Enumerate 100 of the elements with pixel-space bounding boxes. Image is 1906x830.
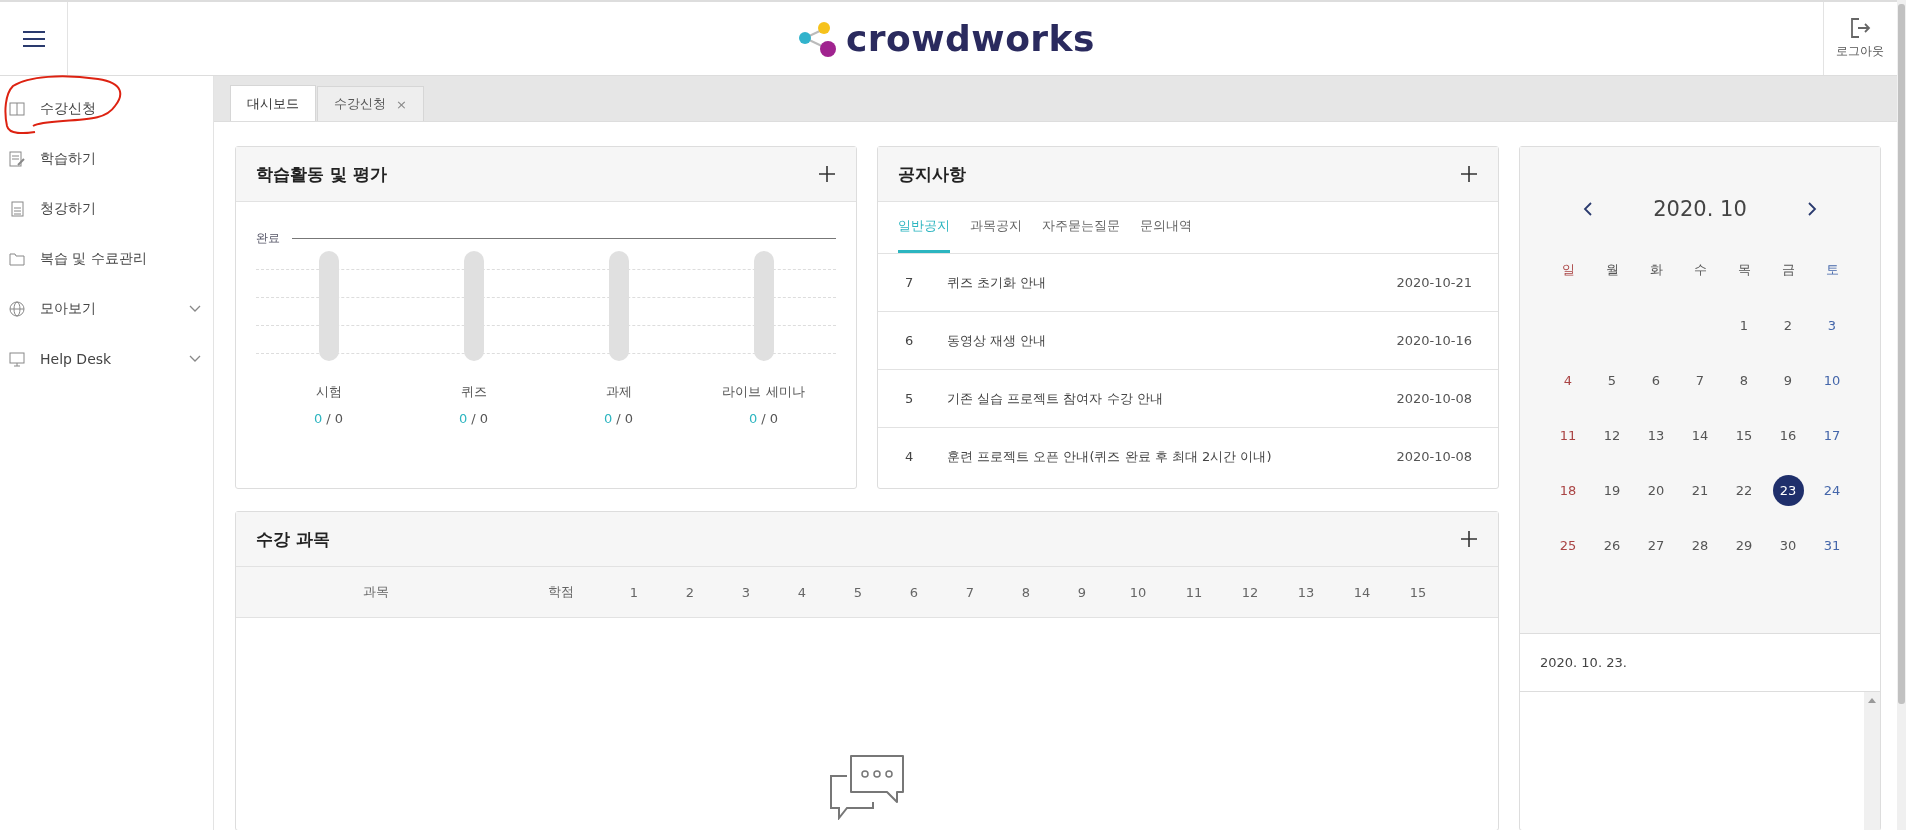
- calendar-day[interactable]: 4: [1552, 364, 1584, 396]
- activity-label: 과제: [604, 383, 633, 401]
- calendar-day[interactable]: 20: [1640, 474, 1672, 506]
- calendar-day[interactable]: 28: [1684, 529, 1716, 561]
- plus-icon: [1460, 165, 1478, 183]
- weekday-label: 화: [1649, 261, 1663, 279]
- calendar-day[interactable]: 25: [1552, 529, 1584, 561]
- calendar-day[interactable]: 30: [1772, 529, 1804, 561]
- weekday-label: 목: [1737, 261, 1751, 279]
- plus-icon: [818, 165, 836, 183]
- column-header: 14: [1352, 584, 1372, 600]
- notice-number: 6: [905, 333, 915, 348]
- globe-icon: [8, 300, 26, 318]
- calendar-day[interactable]: 11: [1552, 419, 1584, 451]
- add-button[interactable]: [818, 165, 836, 183]
- sidebar-item[interactable]: 복습 및 수료관리: [0, 234, 213, 284]
- column-header: 13: [1296, 584, 1316, 600]
- notice-tab[interactable]: 자주묻는질문: [1042, 202, 1120, 253]
- calendar-day[interactable]: 3: [1816, 309, 1848, 341]
- sidebar-item[interactable]: 청강하기: [0, 184, 213, 234]
- plus-icon: [1460, 530, 1478, 548]
- weekday-label: 일: [1561, 261, 1575, 279]
- calendar-day[interactable]: 8: [1728, 364, 1760, 396]
- calendar-day[interactable]: 2: [1772, 309, 1804, 341]
- activity-score: 0 / 0: [747, 411, 780, 426]
- column-header: 2: [684, 584, 696, 600]
- activity-score: 0 / 0: [457, 411, 490, 426]
- calendar-day[interactable]: 24: [1816, 474, 1848, 506]
- calendar-day[interactable]: 7: [1684, 364, 1716, 396]
- notice-date: 2020-10-08: [1396, 391, 1472, 406]
- logout-icon: [1848, 17, 1871, 39]
- column-header: 4: [796, 584, 808, 600]
- calendar-day[interactable]: 9: [1772, 364, 1804, 396]
- calendar-day[interactable]: 1: [1728, 309, 1760, 341]
- add-button[interactable]: [1460, 165, 1478, 183]
- activity-label: 라이브 세미나: [721, 383, 806, 401]
- calendar-day[interactable]: 26: [1596, 529, 1628, 561]
- tab[interactable]: 대시보드: [230, 85, 316, 121]
- calendar-day[interactable]: 5: [1596, 364, 1628, 396]
- sidebar-item[interactable]: 모아보기: [0, 284, 213, 334]
- calendar-day[interactable]: 29: [1728, 529, 1760, 561]
- chevron-right-icon: [1806, 201, 1817, 217]
- calendar-day[interactable]: 13: [1640, 419, 1672, 451]
- sidebar-item[interactable]: Help Desk: [0, 334, 213, 384]
- chevron-down-icon: [189, 355, 201, 363]
- document-pencil-icon: [8, 150, 26, 168]
- calendar-day[interactable]: 31: [1816, 529, 1848, 561]
- axis-label: 완료: [256, 230, 280, 247]
- column-header: 1: [628, 584, 640, 600]
- column-header: 9: [1076, 584, 1088, 600]
- calendar-day[interactable]: 21: [1684, 474, 1716, 506]
- next-month-button[interactable]: [1806, 201, 1817, 217]
- notice-date: 2020-10-08: [1396, 449, 1472, 464]
- calendar-day[interactable]: 22: [1728, 474, 1760, 506]
- add-button[interactable]: [1460, 530, 1478, 548]
- calendar-day[interactable]: 14: [1684, 419, 1716, 451]
- calendar-day[interactable]: 10: [1816, 364, 1848, 396]
- document-icon: [8, 200, 26, 218]
- card-title: 공지사항: [898, 162, 966, 186]
- notice-title[interactable]: 퀴즈 초기화 안내: [947, 273, 1397, 292]
- notice-title[interactable]: 동영상 재생 안내: [947, 331, 1397, 350]
- column-header: 5: [852, 584, 864, 600]
- calendar-day[interactable]: 27: [1640, 529, 1672, 561]
- column-header: 8: [1020, 584, 1032, 600]
- calendar-day[interactable]: 6: [1640, 364, 1672, 396]
- calendar-day[interactable]: 23: [1772, 474, 1804, 506]
- calendar-day[interactable]: 18: [1552, 474, 1584, 506]
- notice-title[interactable]: 기존 실습 프로젝트 참여자 수강 안내: [947, 389, 1397, 408]
- notice-number: 4: [905, 449, 915, 464]
- notice-title[interactable]: 훈련 프로젝트 오픈 안내(퀴즈 완료 후 최대 2시간 이내): [947, 447, 1397, 466]
- menu-button[interactable]: [22, 30, 45, 47]
- column-header: 과목: [362, 583, 390, 601]
- scrollbar[interactable]: [1864, 692, 1880, 830]
- activity-label: 시험: [314, 383, 343, 401]
- weekday-label: 금: [1781, 261, 1795, 279]
- notice-tab[interactable]: 문의내역: [1140, 202, 1192, 253]
- activity-label: 퀴즈: [459, 383, 488, 401]
- tab[interactable]: 수강신청 ×: [317, 86, 424, 121]
- scrollbar[interactable]: [1897, 0, 1906, 830]
- notice-tab[interactable]: 과목공지: [970, 202, 1022, 253]
- calendar-day[interactable]: 15: [1728, 419, 1760, 451]
- calendar-day[interactable]: 12: [1596, 419, 1628, 451]
- chevron-left-icon: [1583, 201, 1594, 217]
- activity-score: 0 / 0: [602, 411, 635, 426]
- calendar-day[interactable]: 19: [1596, 474, 1628, 506]
- book-icon: [8, 100, 26, 118]
- previous-month-button[interactable]: [1583, 201, 1594, 217]
- column-header: 15: [1408, 584, 1428, 600]
- calendar-day[interactable]: 16: [1772, 419, 1804, 451]
- sidebar-item[interactable]: 학습하기: [0, 134, 213, 184]
- column-header: 3: [740, 584, 752, 600]
- menu-icon: [22, 30, 45, 47]
- calendar-day[interactable]: 17: [1816, 419, 1848, 451]
- logout-button[interactable]: 로그아웃: [1823, 2, 1895, 75]
- chevron-down-icon: [189, 305, 201, 313]
- sidebar-item[interactable]: 수강신청: [0, 84, 213, 134]
- notice-date: 2020-10-21: [1396, 275, 1472, 290]
- selected-date: 2020. 10. 23.: [1540, 655, 1627, 670]
- column-header: 학점: [547, 583, 575, 601]
- column-header: 10: [1128, 584, 1148, 600]
